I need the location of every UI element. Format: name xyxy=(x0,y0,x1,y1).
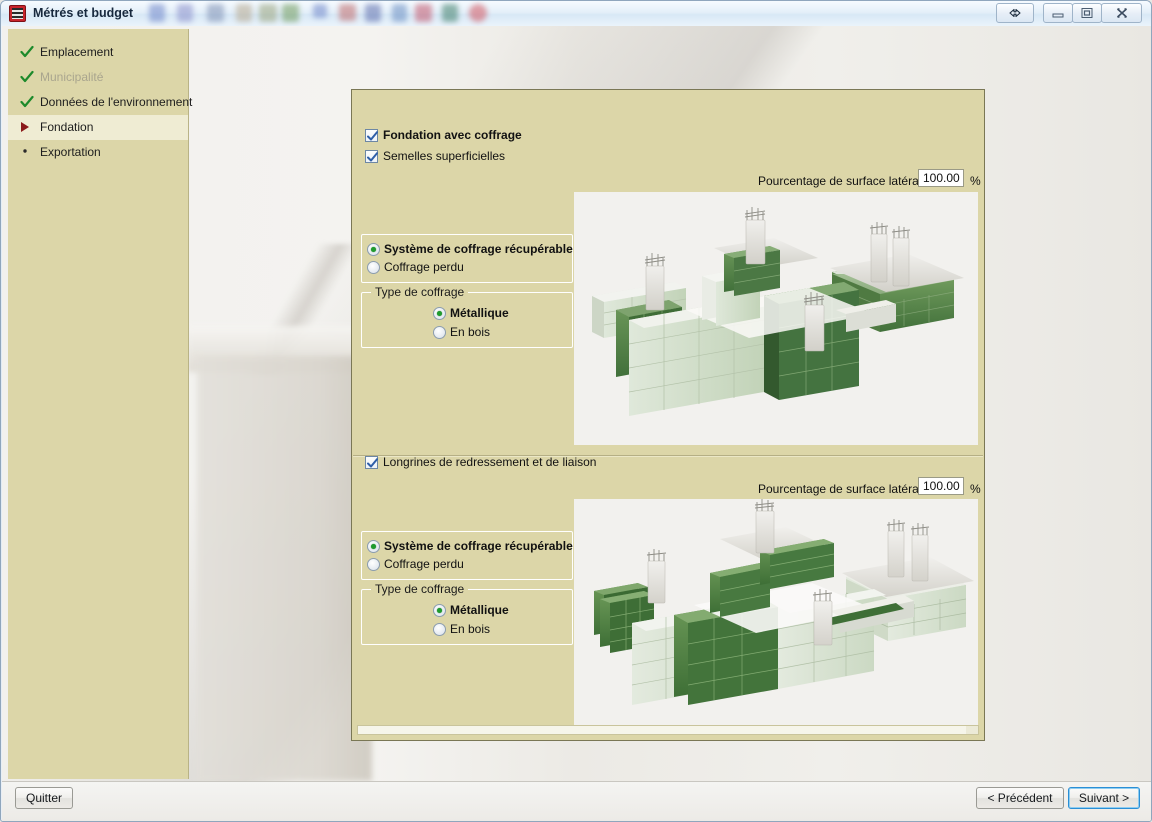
ghost-icon-7 xyxy=(313,4,327,18)
fondation-avec-coffrage-label: Fondation avec coffrage xyxy=(383,128,522,142)
semelles-coffrage-perdu-label: Coffrage perdu xyxy=(384,260,464,274)
close-icon xyxy=(1116,8,1127,18)
semelles-superficielles-label: Semelles superficielles xyxy=(383,149,506,163)
checkmark-icon xyxy=(367,152,378,162)
application-window: Métrés et budget Emplacement Municipalit… xyxy=(0,0,1152,822)
longrines-pourcentage-label: Pourcentage de surface latérale xyxy=(758,482,929,496)
semelles-type-coffrage-title: Type de coffrage xyxy=(371,286,469,298)
check-icon xyxy=(20,65,36,90)
longrines-en-bois-label: En bois xyxy=(450,622,491,636)
longrines-systeme-recuperable-radio[interactable] xyxy=(367,540,380,553)
sidebar-item-label: Exportation xyxy=(40,145,101,159)
foundation-beams-3d-preview xyxy=(574,499,978,731)
longrines-pourcentage-input[interactable]: 100.00 xyxy=(918,477,964,495)
quit-button[interactable]: Quitter xyxy=(15,787,73,809)
longrines-metallique-radio[interactable] xyxy=(433,604,446,617)
semelles-en-bois-radio[interactable] xyxy=(433,326,446,339)
ghost-icon-5 xyxy=(259,4,277,22)
semelles-systeme-coffrage-group: Système de coffrage récupérable Coffrage… xyxy=(361,234,573,283)
wizard-sidebar: Emplacement Municipalité Données de l'en… xyxy=(8,29,192,779)
app-icon xyxy=(9,5,26,22)
longrines-pourcentage-unit: % xyxy=(970,482,981,496)
arrow-right-icon xyxy=(20,115,36,140)
sidebar-item-exportation[interactable]: Exportation xyxy=(8,140,188,165)
window-title: Métrés et budget xyxy=(33,6,134,20)
ghost-icon-2 xyxy=(177,4,193,22)
longrines-label: Longrines de redressement et de liaison xyxy=(383,455,597,469)
resize-button[interactable] xyxy=(996,3,1034,23)
scrollbar-thumb[interactable] xyxy=(358,726,966,734)
semelles-systeme-recuperable-label: Système de coffrage récupérable xyxy=(384,242,573,256)
previous-button[interactable]: < Précédent xyxy=(976,787,1064,809)
ghost-icon-4 xyxy=(236,4,252,22)
foundation-beams-3d-illustration xyxy=(574,499,978,731)
longrines-systeme-recuperable-label: Système de coffrage récupérable xyxy=(384,539,573,553)
longrines-checkbox[interactable] xyxy=(365,456,378,469)
fondation-form-panel: Fondation avec coffrage Semelles superfi… xyxy=(351,89,985,741)
checkmark-icon xyxy=(367,131,378,141)
window-content: Emplacement Municipalité Données de l'en… xyxy=(2,26,1151,781)
semelles-type-coffrage-groupbox: Type de coffrage Métallique En bois xyxy=(361,286,573,348)
ghost-icon-11 xyxy=(415,4,432,22)
sidebar-item-donnees-environnement[interactable]: Données de l'environnement xyxy=(8,90,192,115)
ghost-icon-12 xyxy=(442,4,458,22)
longrines-type-coffrage-groupbox: Type de coffrage Métallique En bois xyxy=(361,583,573,645)
title-bar: Métrés et budget xyxy=(1,1,1151,26)
check-icon xyxy=(20,40,36,65)
semelles-pourcentage-label: Pourcentage de surface latérale xyxy=(758,174,929,188)
semelles-metallique-label: Métallique xyxy=(450,306,509,320)
restore-button[interactable] xyxy=(1072,3,1102,23)
semelles-systeme-recuperable-radio[interactable] xyxy=(367,243,380,256)
longrines-metallique-label: Métallique xyxy=(450,603,509,617)
semelles-en-bois-label: En bois xyxy=(450,325,491,339)
double-arrow-icon xyxy=(1009,8,1021,18)
next-button[interactable]: Suivant > xyxy=(1068,787,1140,809)
semelles-coffrage-perdu-radio[interactable] xyxy=(367,261,380,274)
longrines-type-coffrage-title: Type de coffrage xyxy=(371,583,469,595)
sidebar-item-label: Emplacement xyxy=(40,45,114,59)
minimize-button[interactable] xyxy=(1043,3,1073,23)
ghost-icon-3 xyxy=(207,4,224,22)
semelles-pourcentage-input[interactable]: 100.00 xyxy=(918,169,964,187)
panel-horizontal-scrollbar[interactable] xyxy=(357,725,979,735)
restore-icon xyxy=(1081,8,1093,18)
longrines-coffrage-perdu-label: Coffrage perdu xyxy=(384,557,464,571)
dot-icon xyxy=(20,140,36,165)
sidebar-item-municipalite[interactable]: Municipalité xyxy=(8,65,188,90)
longrines-systeme-coffrage-group: Système de coffrage récupérable Coffrage… xyxy=(361,531,573,580)
longrines-coffrage-perdu-radio[interactable] xyxy=(367,558,380,571)
foundation-footings-3d-illustration xyxy=(574,192,978,445)
ghost-icon-13 xyxy=(469,4,487,22)
sidebar-item-emplacement[interactable]: Emplacement xyxy=(8,40,188,65)
ghost-icon-9 xyxy=(365,4,381,22)
ghost-icon-8 xyxy=(339,4,356,21)
ghost-icon-6 xyxy=(282,4,299,22)
minimize-icon xyxy=(1052,13,1064,18)
longrines-en-bois-radio[interactable] xyxy=(433,623,446,636)
fondation-avec-coffrage-checkbox[interactable] xyxy=(365,129,378,142)
checkmark-icon xyxy=(367,458,378,468)
semelles-superficielles-checkbox[interactable] xyxy=(365,150,378,163)
ghost-icon-10 xyxy=(392,4,407,22)
sidebar-item-label: Données de l'environnement xyxy=(40,95,193,109)
sidebar-item-fondation[interactable]: Fondation xyxy=(8,115,188,140)
semelles-pourcentage-unit: % xyxy=(970,174,981,188)
check-icon xyxy=(20,90,36,115)
foundation-footings-3d-preview xyxy=(574,192,978,445)
close-button[interactable] xyxy=(1101,3,1142,23)
sidebar-item-label: Municipalité xyxy=(40,70,104,84)
sidebar-item-label: Fondation xyxy=(40,120,94,134)
semelles-metallique-radio[interactable] xyxy=(433,307,446,320)
ghost-icon-1 xyxy=(149,4,165,22)
